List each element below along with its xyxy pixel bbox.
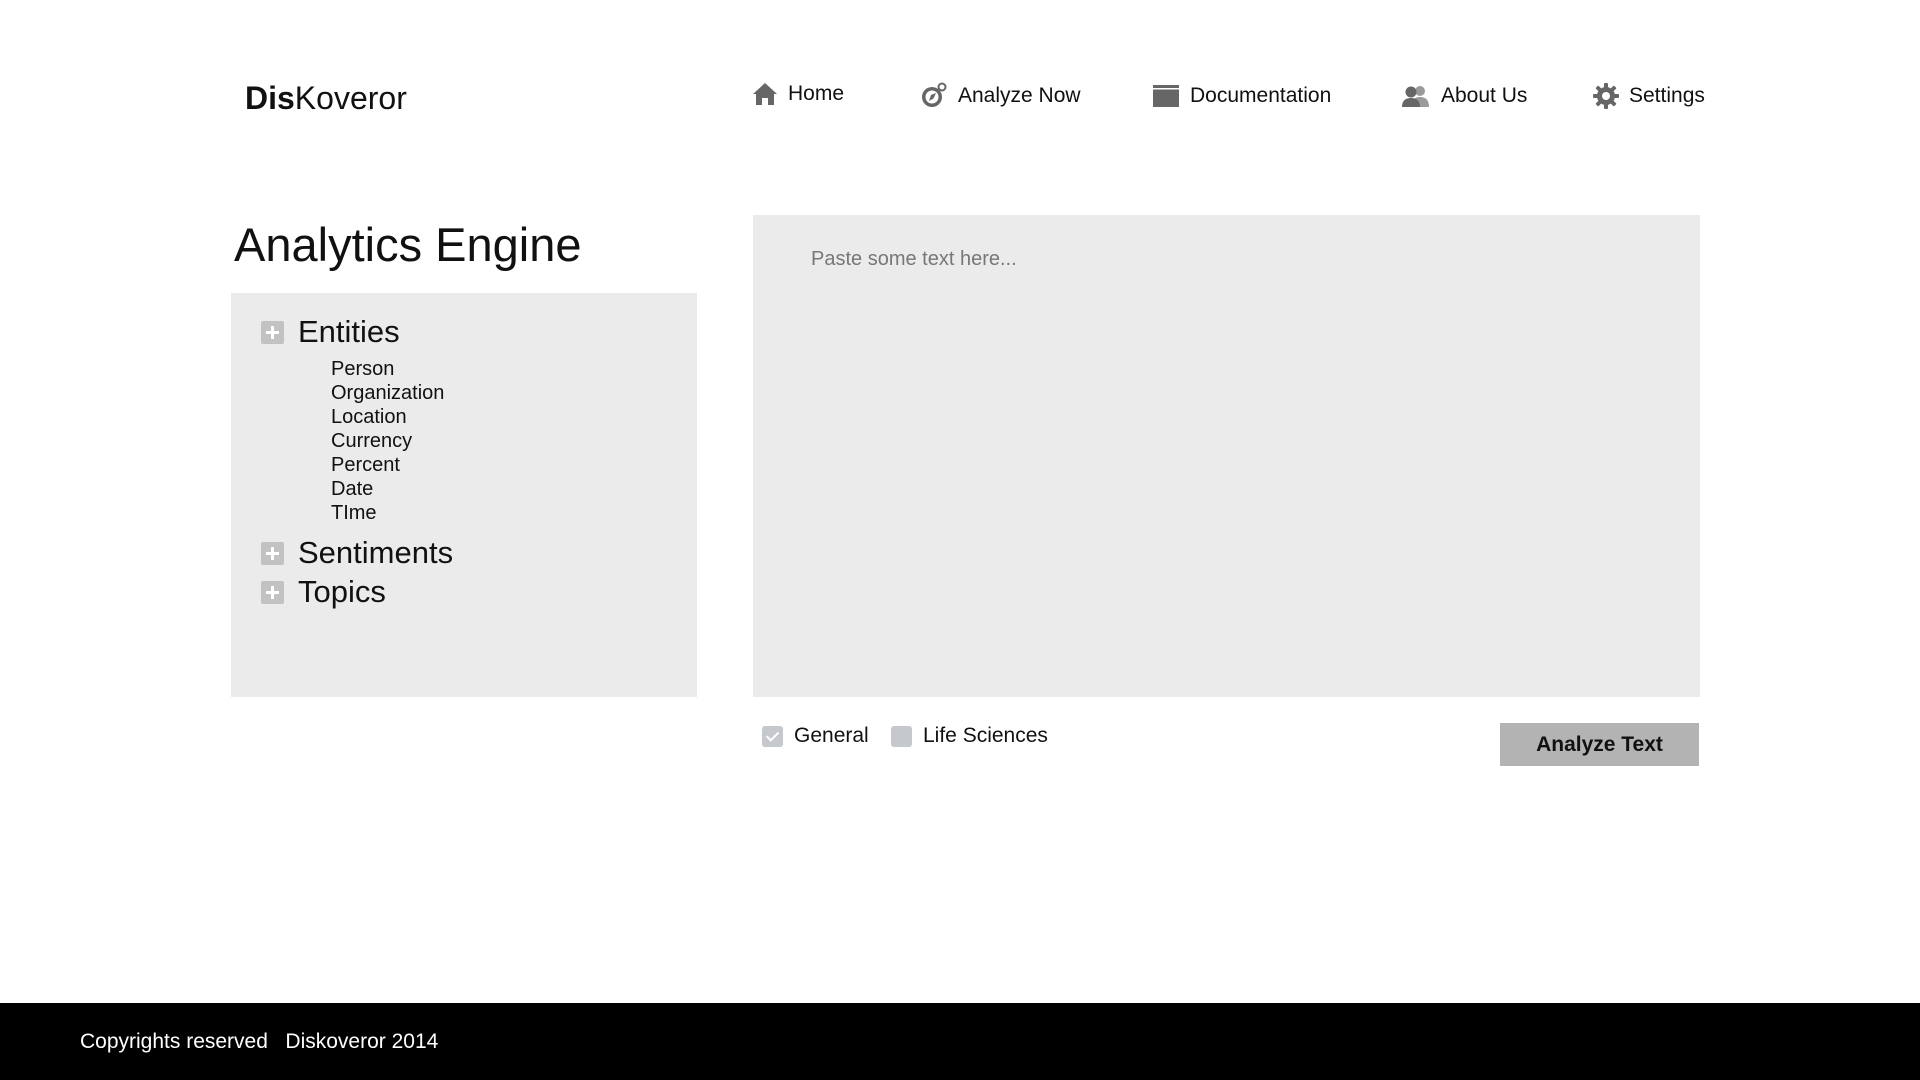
page-title: Analytics Engine [234, 218, 582, 271]
entity-item-location[interactable]: Location [331, 405, 444, 429]
tree-node-label: Sentiments [298, 535, 454, 570]
nav-settings[interactable]: Settings [1593, 76, 1705, 116]
nav-home-label: Home [788, 82, 845, 105]
option-general[interactable]: General [762, 724, 869, 748]
folder-icon [1152, 84, 1180, 108]
analytics-tree-panel: Entities Person Organization Location Cu… [231, 293, 697, 697]
users-icon [1401, 84, 1431, 108]
tree-node-label: Topics [298, 574, 386, 609]
life-sciences-checkbox[interactable] [891, 725, 912, 747]
entity-item-organization[interactable]: Organization [331, 381, 444, 405]
entity-item-percent[interactable]: Percent [331, 453, 444, 477]
analyze-text-button[interactable]: Analyze Text [1500, 723, 1699, 766]
compass-icon [920, 82, 948, 110]
logo-regular-part: Koveror [294, 80, 407, 116]
logo-bold-part: Dis [245, 80, 295, 116]
nav-analyze-now-label: Analyze Now [958, 84, 1081, 107]
option-life-sciences[interactable]: Life Sciences [891, 724, 1048, 748]
nav-documentation-label: Documentation [1190, 84, 1332, 107]
footer-copyright: Copyrights reserved Diskoveror 2014 [80, 1030, 439, 1053]
nav-documentation[interactable]: Documentation [1152, 76, 1331, 116]
nav-about-us[interactable]: About Us [1401, 76, 1527, 116]
entity-item-person[interactable]: Person [331, 357, 444, 381]
footer: Copyrights reserved Diskoveror 2014 [0, 1003, 1920, 1080]
logo[interactable]: DisKoveror [245, 76, 407, 120]
nav-about-us-label: About Us [1441, 84, 1528, 107]
tree-node-label: Entities [298, 314, 400, 349]
entity-item-date[interactable]: Date [331, 477, 444, 501]
tree-node-entities[interactable]: Entities [261, 312, 400, 352]
tree-node-topics[interactable]: Topics [261, 572, 386, 612]
expand-icon[interactable] [261, 580, 284, 604]
paste-text-input[interactable] [753, 215, 1700, 697]
tree-node-sentiments[interactable]: Sentiments [261, 533, 453, 573]
expand-icon[interactable] [261, 541, 284, 565]
entity-item-currency[interactable]: Currency [331, 429, 444, 453]
text-input-panel [753, 215, 1700, 697]
gear-icon [1593, 83, 1619, 109]
nav-home[interactable]: Home [752, 74, 844, 114]
entity-item-time[interactable]: TIme [331, 501, 444, 525]
expand-icon[interactable] [261, 320, 284, 344]
option-general-label: General [794, 724, 869, 747]
home-icon [752, 82, 778, 106]
nav-settings-label: Settings [1629, 84, 1705, 107]
entity-list: Person Organization Location Currency Pe… [331, 357, 444, 525]
nav-analyze-now[interactable]: Analyze Now [920, 76, 1081, 116]
page: DisKoveror Home Analyze Now Documentatio… [0, 0, 1920, 1080]
option-life-sciences-label: Life Sciences [923, 724, 1048, 747]
general-checkbox[interactable] [762, 725, 783, 747]
